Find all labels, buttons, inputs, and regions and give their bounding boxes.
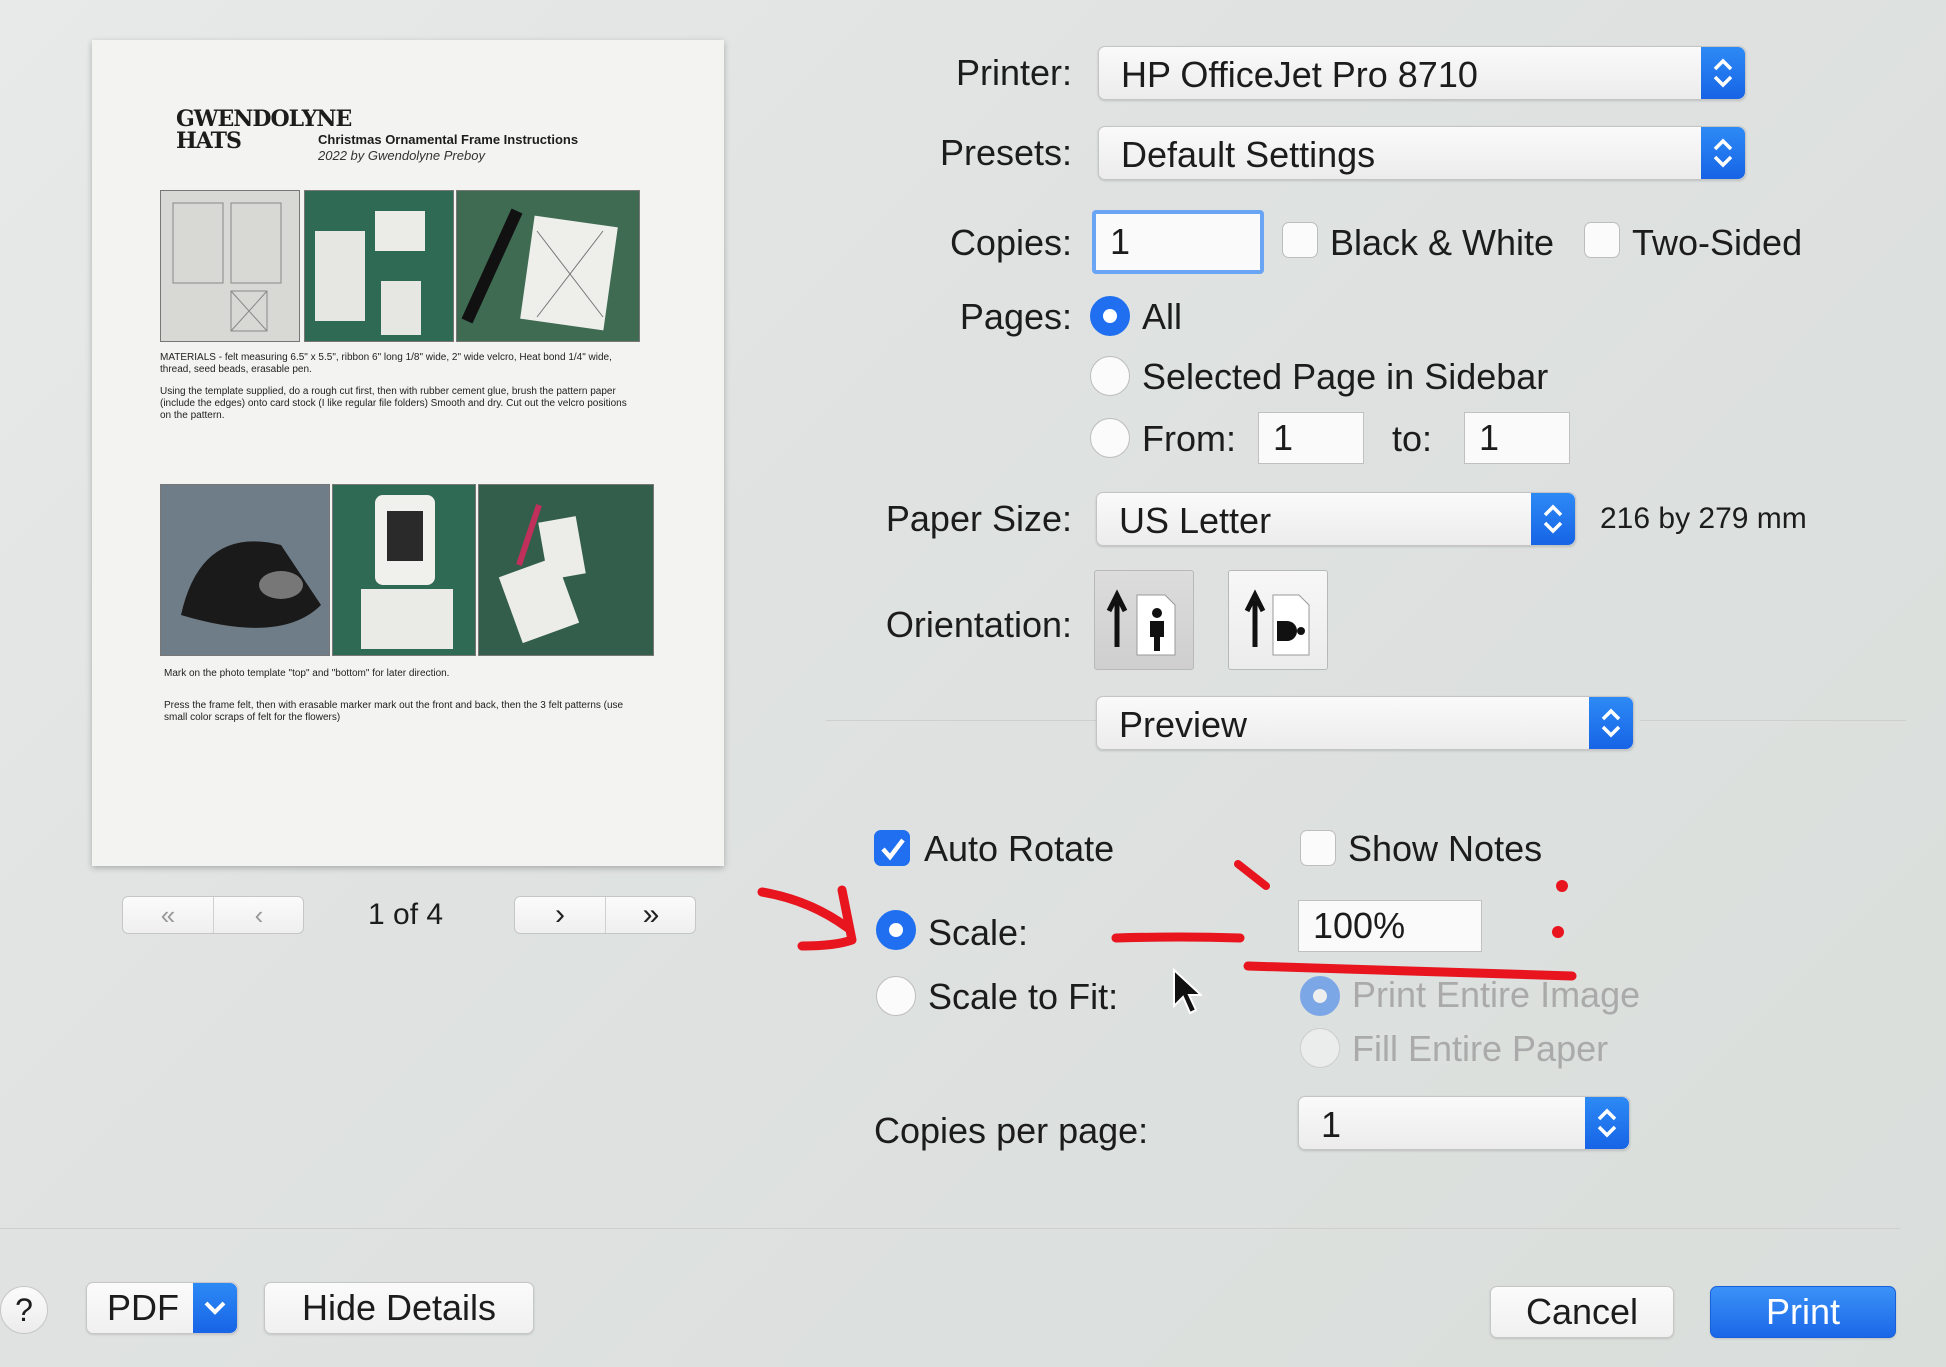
chevron-updown-icon <box>1701 127 1745 179</box>
chevron-updown-icon <box>1585 1097 1629 1149</box>
pages-selected-radio[interactable] <box>1090 356 1130 396</box>
materials-text: MATERIALS - felt measuring 6.5" x 5.5", … <box>160 352 612 375</box>
photo-template-2 <box>304 190 454 342</box>
photo-template-1 <box>160 190 300 342</box>
step3-text: Press the frame felt, then with erasable… <box>164 700 624 723</box>
orientation-label: Orientation: <box>885 604 1072 645</box>
printer-value: HP OfficeJet Pro 8710 <box>1121 54 1478 95</box>
iron-icon <box>181 541 321 628</box>
section-popup[interactable]: Preview <box>1096 696 1634 750</box>
copies-field[interactable] <box>1092 210 1264 274</box>
step2-text: Mark on the photo template "top" and "bo… <box>164 668 450 679</box>
copies-per-page-popup[interactable]: 1 <box>1298 1096 1630 1150</box>
preview-nav-forward-group: › » <box>514 896 696 934</box>
two-sided-label: Two-Sided <box>1632 222 1803 263</box>
hide-details-button[interactable]: Hide Details <box>264 1282 534 1334</box>
copies-per-page-label: Copies per page: <box>874 1110 1149 1151</box>
preview-nav-back-group: « ‹ <box>122 896 304 934</box>
pen-and-card-icon <box>461 208 618 331</box>
landscape-orientation-button[interactable] <box>1228 570 1328 670</box>
black-white-checkbox[interactable] <box>1282 222 1318 258</box>
logo-text: GWENDOLYNE HATS <box>176 106 352 154</box>
from-field[interactable] <box>1258 412 1364 464</box>
photo-template-3 <box>456 190 640 342</box>
chevron-down-icon <box>193 1283 237 1333</box>
pages-all-label: All <box>1142 296 1183 337</box>
portrait-icon <box>1106 589 1176 656</box>
section-divider-left <box>826 720 1098 721</box>
presets-popup[interactable]: Default Settings <box>1098 126 1746 180</box>
first-page-button[interactable]: « <box>123 897 213 933</box>
to-field[interactable] <box>1464 412 1570 464</box>
felt-pieces-icon <box>498 504 586 644</box>
chevron-updown-icon <box>1701 47 1745 99</box>
printer-label: Printer: <box>955 52 1072 93</box>
to-input[interactable] <box>1465 413 1569 463</box>
pages-to-label: to: <box>1392 418 1433 459</box>
template-drawing-icon <box>172 202 282 332</box>
from-input[interactable] <box>1259 413 1363 463</box>
pdf-label: PDF <box>107 1287 179 1328</box>
section-divider-right <box>1640 720 1906 721</box>
chevron-updown-icon <box>1531 493 1575 545</box>
paper-dimensions: 216 by 279 mm <box>1600 502 1807 535</box>
prev-page-button[interactable]: ‹ <box>214 897 304 933</box>
presets-value: Default Settings <box>1121 134 1376 175</box>
copies-input[interactable] <box>1096 214 1260 270</box>
cutouts-icon <box>315 211 425 335</box>
fill-entire-paper-radio[interactable] <box>1300 1028 1340 1068</box>
paper-size-label: Paper Size: <box>885 498 1072 539</box>
paper-size-value: US Letter <box>1119 500 1272 541</box>
section-value: Preview <box>1119 704 1248 745</box>
paper-size-popup[interactable]: US Letter <box>1096 492 1576 546</box>
page-indicator: 1 of 4 <box>368 898 444 931</box>
portrait-orientation-button[interactable] <box>1094 570 1194 670</box>
chevron-updown-icon <box>1589 697 1633 749</box>
pages-from-radio[interactable] <box>1090 418 1130 458</box>
two-sided-checkbox[interactable] <box>1584 222 1620 258</box>
landscape-icon <box>1244 589 1310 656</box>
photo-felt-pieces <box>478 484 654 656</box>
copies-per-page-value: 1 <box>1321 1104 1342 1145</box>
pages-label: Pages: <box>959 296 1072 337</box>
printer-popup[interactable]: HP OfficeJet Pro 8710 <box>1098 46 1746 100</box>
next-page-button[interactable]: › <box>515 897 605 933</box>
doc-subtitle: 2022 by Gwendolyne Preboy <box>318 148 485 163</box>
cancel-button[interactable]: Cancel <box>1490 1286 1674 1338</box>
photo-frame-cutout <box>332 484 476 656</box>
footer-divider <box>0 1228 1900 1229</box>
copies-label: Copies: <box>949 222 1072 263</box>
preview-page: GWENDOLYNE HATS Christmas Ornamental Fra… <box>92 40 724 866</box>
red-annotation-marks <box>757 860 1577 981</box>
frame-cutout-icon <box>361 495 453 649</box>
pages-selected-label: Selected Page in Sidebar <box>1142 356 1549 397</box>
fill-entire-paper-label: Fill Entire Paper <box>1352 1028 1609 1069</box>
pages-from-label: From: <box>1142 418 1236 459</box>
pages-all-radio[interactable] <box>1090 296 1130 336</box>
help-button[interactable]: ? <box>0 1286 48 1334</box>
presets-label: Presets: <box>939 132 1072 173</box>
step1-text: Using the template supplied, do a rough … <box>160 386 627 421</box>
black-white-label: Black & White <box>1330 222 1555 263</box>
photo-iron <box>160 484 330 656</box>
doc-title: Christmas Ornamental Frame Instructions <box>318 132 579 147</box>
pdf-menu-button[interactable]: PDF <box>86 1282 238 1334</box>
last-page-button[interactable]: » <box>606 897 696 933</box>
print-button[interactable]: Print <box>1710 1286 1896 1338</box>
